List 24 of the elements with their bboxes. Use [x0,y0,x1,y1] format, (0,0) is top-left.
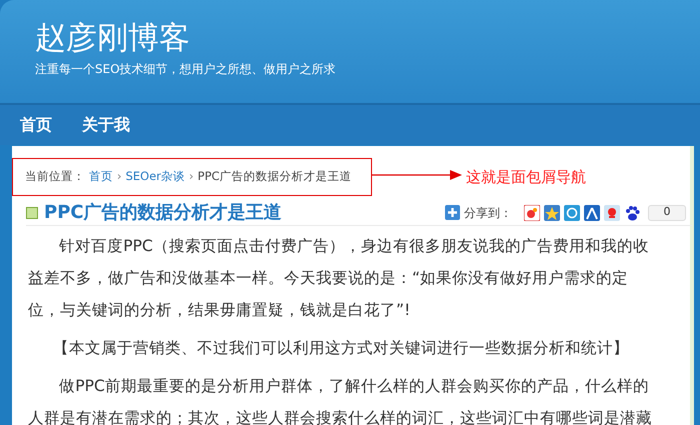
breadcrumb-link[interactable]: 首页 [89,168,113,186]
annotation-text: 这就是面包屑导航 [466,167,586,188]
site-title[interactable]: 赵彦刚博客 [35,18,700,58]
share-icon[interactable] [604,204,620,220]
breadcrumb-label: 当前位置： [25,168,85,186]
paw-icon[interactable] [624,204,640,220]
share-icon[interactable] [524,204,540,220]
paragraph: 针对百度PPC（搜索页面点击付费广告），身边有很多朋友说我的广告费用和我的收益差不多，做广告和没做基本一样。今天我要说的是：“如果你没有做好用户需求的定位，与关键词的分析，结果毋庸置疑，钱就是白花了”! [28,236,650,321]
square-bullet-icon [26,206,38,218]
nav-link[interactable]: 首页 [20,113,52,137]
breadcrumb-separator: › [189,168,194,186]
site-tagline: 注重每一个SEO技术细节，想用户之所想、做用户之所求 [35,61,337,78]
share-label: 分享到： [464,204,512,222]
plus-icon[interactable] [445,205,460,220]
share-icon[interactable] [564,204,580,220]
paragraph: 【本文属于营销类、不过我们可以利用这方式对关键词进行一些数据分析和统计】 [52,338,630,359]
nav-link[interactable]: 关于我 [82,113,130,137]
star-icon[interactable] [544,204,560,220]
breadcrumb-separator: › [117,168,122,186]
breadcrumb-link[interactable]: SEOer杂谈 [126,168,186,186]
share-count: 0 [648,204,686,220]
post-title[interactable]: PPC广告的数据分析才是王道 [44,199,282,226]
breadcrumb-current: PPC广告的数据分析才是王道 [198,168,352,186]
person-icon[interactable] [584,204,600,220]
